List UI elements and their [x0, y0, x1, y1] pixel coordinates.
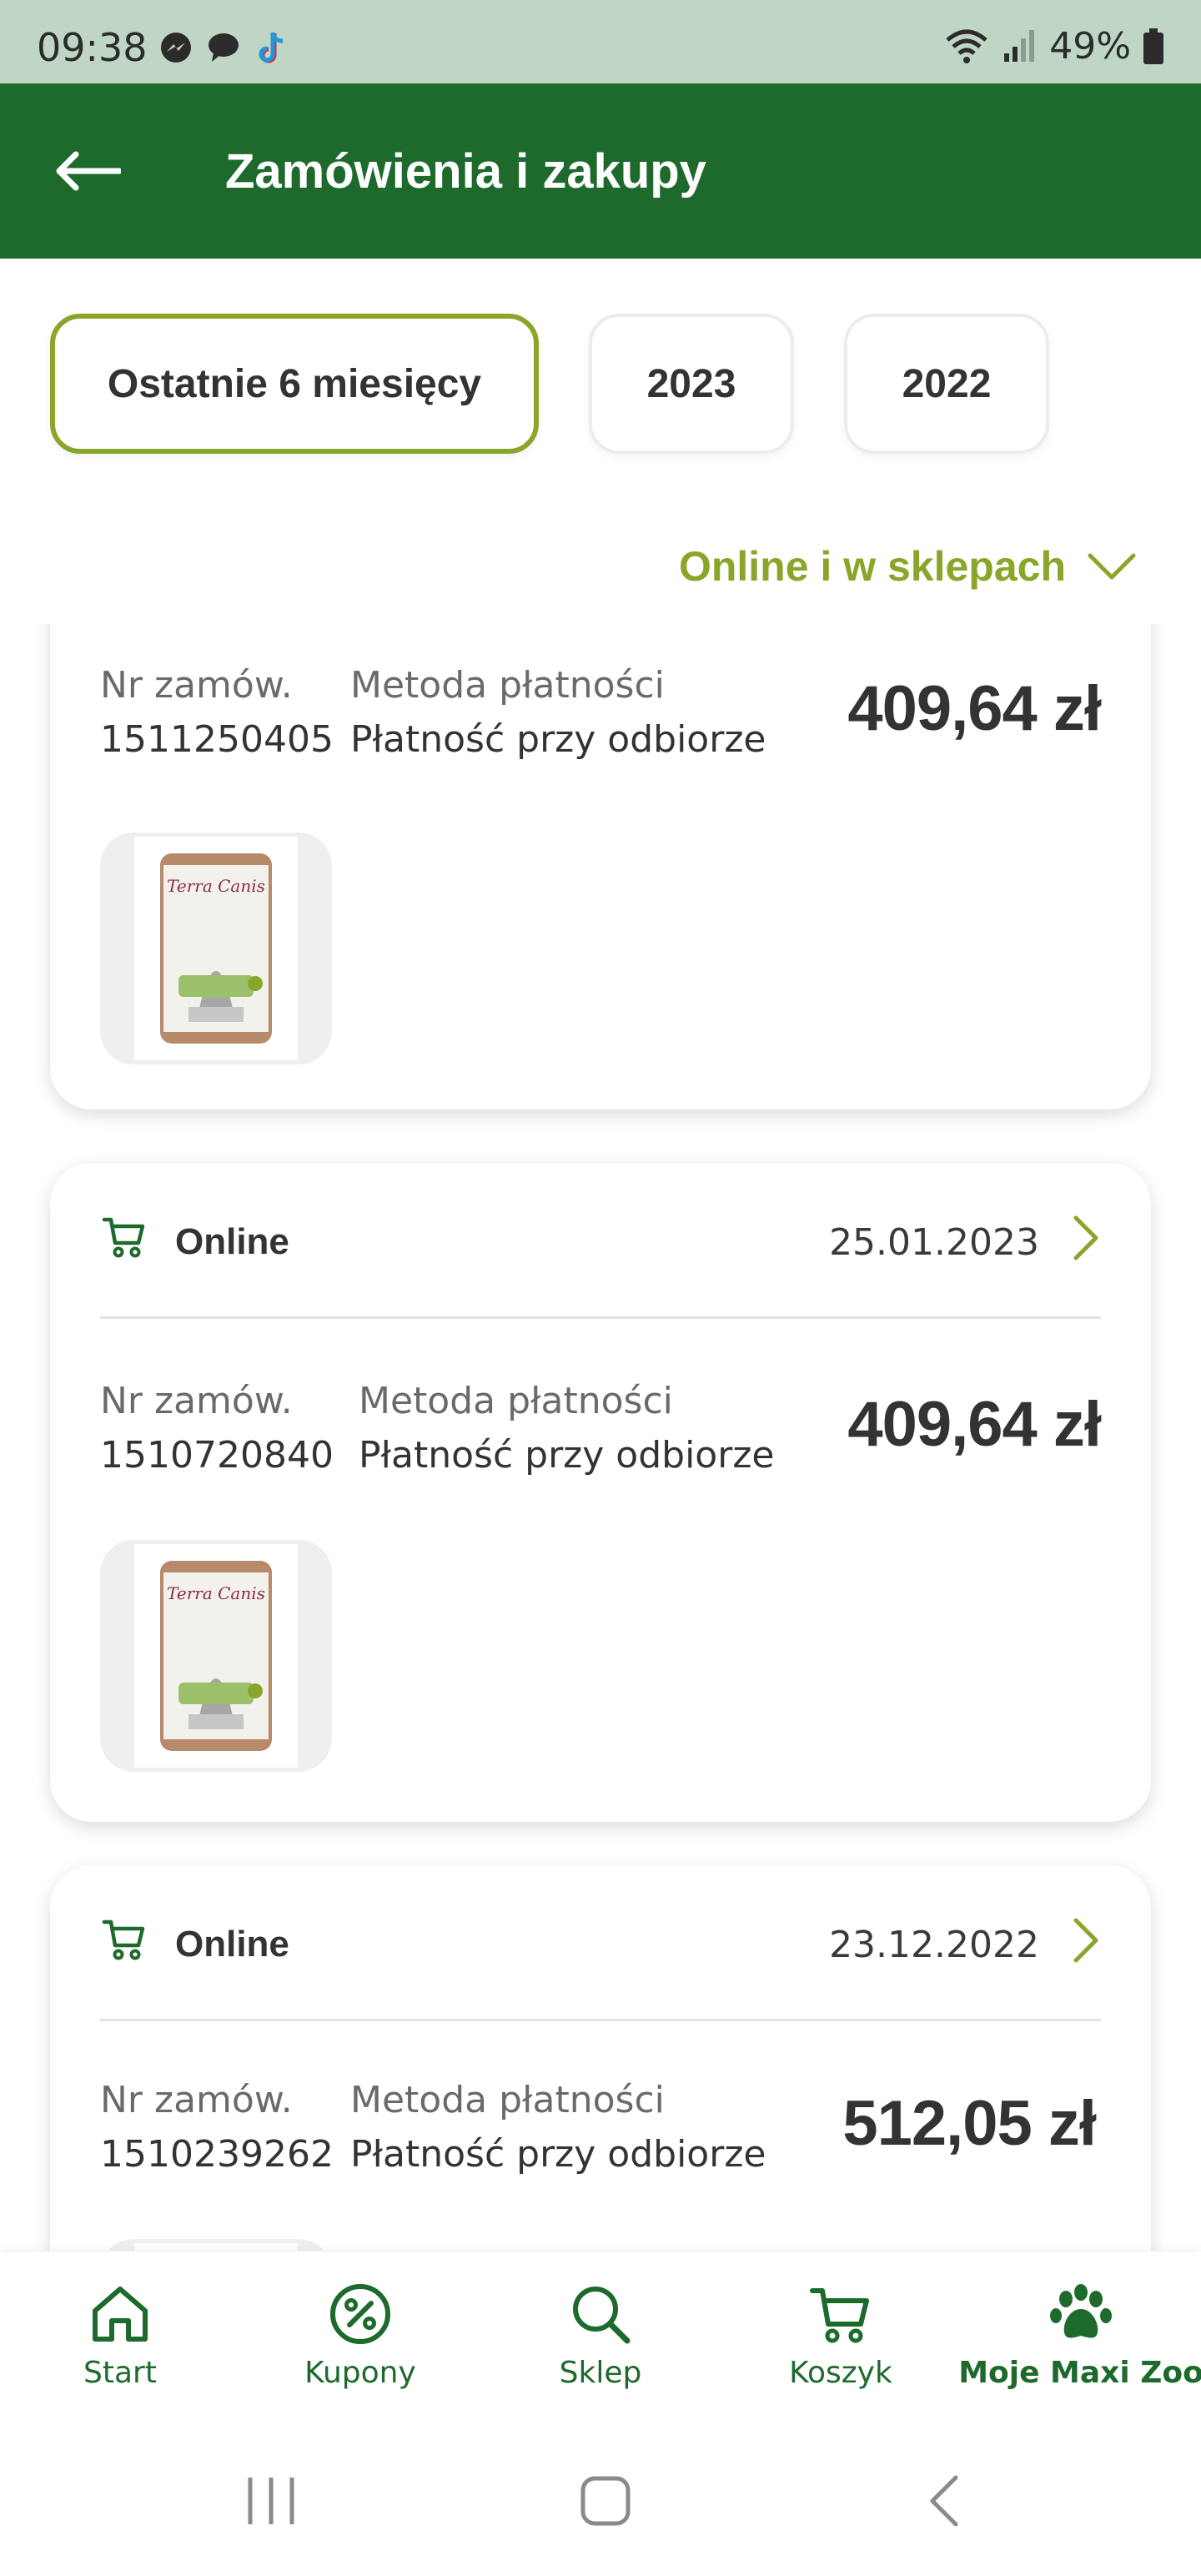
payment-method-label: Metoda płatności [350, 2079, 665, 2121]
cart-icon [102, 1217, 145, 1258]
order-date: 23.12.2022 [829, 1924, 1039, 1966]
payment-method: Płatność przy odbiorze [359, 1434, 775, 1477]
payment-method: Płatność przy odbiorze [350, 718, 766, 761]
chevron-down-icon [1088, 553, 1136, 580]
back-button[interactable] [50, 133, 125, 209]
battery-icon [1143, 28, 1163, 64]
period-filters: Ostatnie 6 miesięcy 2023 2022 [50, 314, 1049, 454]
arrow-left-icon [56, 151, 121, 191]
nav-label: Moje Maxi Zoo [958, 2356, 1201, 2390]
back-system-icon[interactable] [926, 2474, 962, 2528]
nav-kupony[interactable]: Kupony [240, 2281, 480, 2390]
product-thumbnail [100, 2239, 332, 2251]
order-card[interactable]: Online 25.01.2023 Nr zamów. 1510720840 M… [50, 1163, 1151, 1822]
filter-2022[interactable]: 2022 [844, 314, 1049, 454]
wifi-icon [946, 29, 987, 63]
nav-label: Koszyk [789, 2356, 892, 2390]
order-card-header[interactable]: Online 25.01.2023 [50, 1163, 1151, 1318]
payment-method-label: Metoda płatności [359, 1380, 673, 1422]
chevron-right-icon [1073, 1215, 1098, 1260]
search-icon [573, 2287, 631, 2344]
cart-icon [810, 2288, 869, 2343]
order-details: Nr zamów. 1510720840 Metoda płatności Pł… [100, 1380, 1102, 1480]
nav-sklep[interactable]: Sklep [480, 2281, 721, 2390]
payment-method-label: Metoda płatności [350, 664, 665, 707]
nav-label: Sklep [559, 2356, 642, 2390]
order-details: Nr zamów. 1510239262 Metoda płatności Pł… [100, 2079, 1101, 2179]
order-date: 25.01.2023 [829, 1221, 1039, 1264]
order-details: Nr zamów. 1511250405 Metoda płatności Pł… [100, 664, 1102, 764]
percent-coupon-icon [330, 2284, 390, 2344]
can-brand-text: Terra Canis [167, 1583, 265, 1603]
notification-icons [157, 28, 292, 67]
nav-koszyk[interactable]: Koszyk [721, 2281, 961, 2390]
order-amount: 512,05 zł [842, 2088, 1097, 2159]
order-number: 1511250405 [100, 718, 334, 761]
order-card[interactable]: Nr zamów. 1511250405 Metoda płatności Pł… [50, 624, 1151, 1109]
status-right: 49% [944, 25, 1164, 68]
page-title: Zamówienia i zakupy [225, 144, 706, 199]
divider [100, 2019, 1101, 2021]
order-card[interactable]: Online 23.12.2022 Nr zamów. 1510239262 M… [50, 1865, 1151, 2251]
order-number-label: Nr zamów. [100, 1380, 293, 1422]
order-number: 1510239262 [100, 2133, 334, 2176]
system-navigation-bar [0, 2428, 1201, 2576]
product-thumbnail: Terra Canis [100, 833, 332, 1064]
filter-2023[interactable]: 2023 [589, 314, 794, 454]
cart-icon [102, 1919, 145, 1960]
payment-method: Płatność przy odbiorze [350, 2133, 766, 2176]
filter-last-6-months[interactable]: Ostatnie 6 miesięcy [50, 314, 539, 454]
dog-food-can-image: Terra Canis [160, 853, 272, 1044]
order-card-header[interactable]: Online 23.12.2022 [50, 1865, 1151, 2020]
dog-food-can-image: Terra Canis [160, 1561, 272, 1751]
order-number-label: Nr zamów. [100, 2079, 293, 2121]
order-amount: 409,64 zł [847, 673, 1102, 744]
messenger-icon [157, 28, 195, 67]
order-type: Online [175, 1221, 289, 1262]
nav-label: Start [83, 2356, 157, 2390]
can-brand-text: Terra Canis [167, 876, 265, 896]
order-number: 1510720840 [100, 1434, 334, 1477]
home-icon [93, 2287, 148, 2342]
source-filter-label: Online i w sklepach [678, 543, 1066, 590]
orders-list[interactable]: Nr zamów. 1511250405 Metoda płatności Pł… [0, 624, 1201, 2251]
nav-label: Kupony [304, 2356, 416, 2390]
bottom-navigation: Start Kupony Sklep Koszyk Moje Maxi Zoo [0, 2252, 1201, 2428]
status-bar: 09:38 49% [0, 0, 1201, 83]
chevron-right-icon [1073, 1918, 1098, 1963]
recent-apps-icon[interactable] [244, 2474, 299, 2528]
divider [100, 1316, 1101, 1319]
source-filter-dropdown[interactable]: Online i w sklepach [679, 542, 1136, 591]
order-amount: 409,64 zł [847, 1389, 1102, 1460]
tiktok-icon [254, 28, 292, 67]
paw-icon [1050, 2284, 1112, 2338]
product-thumbnail: Terra Canis [100, 1540, 332, 1772]
app-bar: Zamówienia i zakupy [0, 83, 1201, 259]
order-number-label: Nr zamów. [100, 664, 293, 707]
nav-moje-maxi-zoo[interactable]: Moje Maxi Zoo [958, 2281, 1201, 2390]
signal-icon [1004, 29, 1035, 62]
order-type: Online [175, 1924, 289, 1965]
chat-icon [205, 28, 244, 67]
nav-start[interactable]: Start [0, 2281, 240, 2390]
status-time: 09:38 [37, 25, 148, 70]
battery-percent: 49% [1049, 25, 1131, 68]
home-button-icon[interactable] [579, 2474, 632, 2528]
